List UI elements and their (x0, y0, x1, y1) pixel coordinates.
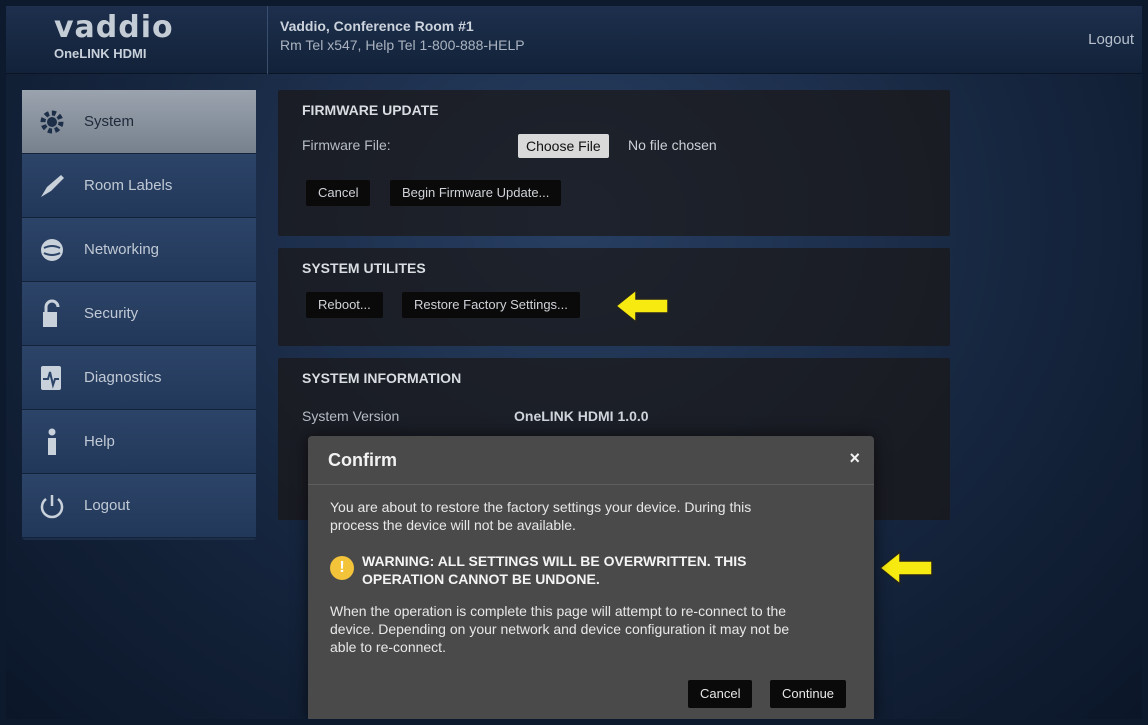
sidebar-item-label: Help (84, 433, 115, 450)
firmware-update-panel: FIRMWARE UPDATE Firmware File: Choose Fi… (278, 90, 950, 236)
warning-line: OPERATION CANNOT BE UNDONE. (362, 571, 600, 587)
warning-line: WARNING: ALL SETTINGS WILL BE OVERWRITTE… (362, 553, 747, 569)
dialog-message-line: able to re-connect. (330, 639, 446, 655)
sidebar-item-label: Security (84, 305, 139, 322)
sidebar-item-label: Room Labels (84, 177, 173, 194)
info-icon (36, 426, 68, 458)
product-name: OneLINK HDMI (54, 46, 147, 61)
sidebar-item-label: Logout (84, 497, 130, 514)
cancel-firmware-button[interactable]: Cancel (306, 180, 371, 206)
header-logout-link[interactable]: Logout (1088, 31, 1134, 48)
sidebar-item-label: Diagnostics (84, 369, 162, 386)
dialog-cancel-button[interactable]: Cancel (688, 680, 753, 708)
dialog-message-line: process the device will not be available… (330, 517, 576, 533)
sidebar-item-help[interactable]: Help (22, 410, 256, 474)
sidebar-item-label: Networking (84, 241, 160, 258)
panel-title: SYSTEM INFORMATION (302, 370, 462, 386)
sidebar-item-system[interactable]: System (22, 90, 256, 154)
sidebar-item-networking[interactable]: Networking (22, 218, 256, 282)
close-icon[interactable]: × (849, 448, 860, 469)
reboot-button[interactable]: Reboot... (306, 292, 383, 318)
dialog-message-line: You are about to restore the factory set… (330, 499, 752, 515)
vaddio-logo: vaddio (54, 10, 174, 45)
sidebar: System Room Labels Networking Security D… (22, 90, 256, 540)
firmware-file-label: Firmware File: (302, 137, 391, 153)
warning-message: WARNING: ALL SETTINGS WILL BE OVERWRITTE… (362, 552, 822, 588)
system-version-value: OneLINK HDMI 1.0.0 (514, 408, 649, 424)
warning-icon: ! (330, 556, 354, 580)
dialog-message-line: When the operation is complete this page… (330, 603, 787, 619)
gear-icon (36, 106, 68, 138)
sidebar-item-logout[interactable]: Logout (22, 474, 256, 538)
dialog-title: Confirm (328, 450, 397, 470)
choose-file-button[interactable]: Choose File (518, 134, 609, 158)
pen-icon (36, 170, 68, 202)
sidebar-item-security[interactable]: Security (22, 282, 256, 346)
dialog-reconnect-message: When the operation is complete this page… (330, 602, 789, 656)
sidebar-item-room-labels[interactable]: Room Labels (22, 154, 256, 218)
sidebar-item-diagnostics[interactable]: Diagnostics (22, 346, 256, 410)
power-icon (36, 490, 68, 522)
panel-title: SYSTEM UTILITES (302, 260, 426, 276)
panel-title: FIRMWARE UPDATE (302, 102, 439, 118)
lock-icon (36, 298, 68, 330)
restore-factory-settings-button[interactable]: Restore Factory Settings... (402, 292, 580, 318)
app-frame: vaddio OneLINK HDMI Vaddio, Conference R… (6, 6, 1142, 719)
header: vaddio OneLINK HDMI Vaddio, Conference R… (6, 6, 1142, 74)
pulse-icon (36, 362, 68, 394)
logo-area: vaddio OneLINK HDMI (6, 6, 268, 74)
divider (308, 484, 874, 485)
globe-icon (36, 234, 68, 266)
confirm-dialog: Confirm × You are about to restore the f… (308, 436, 874, 719)
dialog-message-line: device. Depending on your network and de… (330, 621, 790, 637)
begin-firmware-update-button[interactable]: Begin Firmware Update... (390, 180, 562, 206)
dialog-continue-button[interactable]: Continue (770, 680, 847, 708)
arrow-left-icon (878, 550, 933, 586)
room-name: Vaddio, Conference Room #1 (280, 18, 474, 34)
arrow-left-icon (614, 288, 669, 324)
room-telephone: Rm Tel x547, Help Tel 1-800-888-HELP (280, 37, 525, 53)
sidebar-item-label: System (84, 113, 135, 130)
dialog-message: You are about to restore the factory set… (330, 498, 751, 534)
no-file-chosen-text: No file chosen (628, 137, 717, 153)
system-version-label: System Version (302, 408, 400, 424)
